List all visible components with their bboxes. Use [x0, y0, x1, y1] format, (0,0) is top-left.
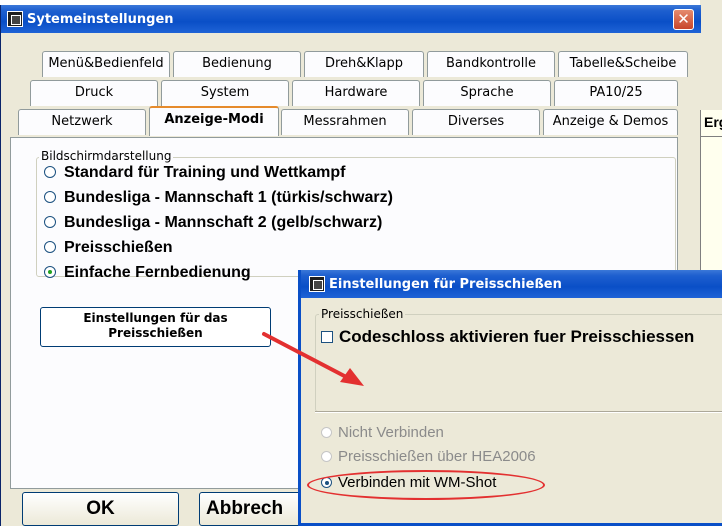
tab-bedienung[interactable]: Bedienung — [173, 51, 301, 77]
radio-nicht-verbinden[interactable]: Nicht Verbinden — [321, 424, 444, 444]
dialog-divider — [315, 411, 722, 413]
radio-bundesliga-1[interactable]: Bundesliga - Mannschaft 1 (türkis/schwar… — [44, 189, 393, 211]
dialog-title-bar[interactable]: Einstellungen für Preisschießen — [301, 270, 722, 298]
radio-label: Bundesliga - Mannschaft 2 (gelb/schwarz) — [64, 214, 383, 231]
tab-anzeige-modi[interactable]: Anzeige-Modi — [149, 106, 279, 136]
prize-shooting-settings-dialog: Einstellungen für Preisschießen Preissch… — [298, 270, 722, 526]
radio-preisschiessen[interactable]: Preisschießen — [44, 239, 173, 261]
app-icon — [7, 11, 23, 27]
tab-diverses[interactable]: Diverses — [412, 109, 540, 135]
radio-button-icon — [44, 191, 56, 203]
close-button[interactable]: ✕ — [673, 9, 694, 30]
background-window-toolbar — [700, 0, 722, 110]
radio-label: Standard für Training und Wettkampf — [64, 164, 346, 181]
tab-hardware[interactable]: Hardware — [292, 80, 420, 106]
radio-label: Einfache Fernbedienung — [64, 264, 251, 281]
button-label-line2: Preisschießen — [108, 326, 203, 340]
tab-system[interactable]: System — [161, 80, 289, 106]
tab-menue-bedienfeld[interactable]: Menü&Bedienfeld — [42, 51, 170, 77]
window-title: Sytemeinstellungen — [27, 12, 174, 27]
tab-messrahmen[interactable]: Messrahmen — [281, 109, 409, 135]
button-label-line1: Einstellungen für das — [83, 311, 228, 325]
radio-button-icon — [44, 166, 56, 178]
prize-shooting-settings-button[interactable]: Einstellungen für das Preisschießen — [40, 307, 271, 347]
ok-button[interactable]: OK — [22, 492, 179, 526]
tab-sprache[interactable]: Sprache — [423, 80, 551, 106]
radio-button-selected-icon — [44, 266, 56, 278]
prize-shooting-group-label: Preisschießen — [319, 307, 406, 321]
radio-standard-training[interactable]: Standard für Training und Wettkampf — [44, 164, 346, 186]
tab-pa10-25[interactable]: PA10/25 — [554, 80, 678, 106]
tab-netzwerk[interactable]: Netzwerk — [18, 109, 146, 135]
app-icon — [309, 276, 325, 292]
highlight-ellipse-annotation — [307, 470, 545, 500]
tab-druck[interactable]: Druck — [30, 80, 158, 106]
tab-bandkontrolle[interactable]: Bandkontrolle — [427, 51, 555, 77]
radio-einfache-fernbedienung[interactable]: Einfache Fernbedienung — [44, 264, 251, 286]
tab-tabelle-scheibe[interactable]: Tabelle&Scheibe — [558, 51, 688, 77]
dialog-title: Einstellungen für Preisschießen — [329, 277, 562, 292]
results-label: Erg — [704, 114, 722, 130]
tab-anzeige-demos[interactable]: Anzeige & Demos — [543, 109, 678, 135]
title-bar[interactable]: Sytemeinstellungen ✕ — [1, 5, 701, 33]
red-arrow-annotation — [262, 332, 364, 386]
codeschloss-label: Codeschloss aktivieren fuer Preisschiess… — [339, 327, 695, 346]
codeschloss-checkbox[interactable]: Codeschloss aktivieren fuer Preisschiess… — [321, 327, 694, 347]
display-mode-group-label: Bildschirmdarstellung — [39, 149, 174, 163]
radio-bundesliga-2[interactable]: Bundesliga - Mannschaft 2 (gelb/schwarz) — [44, 214, 382, 236]
radio-button-icon — [44, 216, 56, 228]
radio-button-icon — [44, 241, 56, 253]
radio-label: Preisschießen — [64, 239, 173, 256]
results-divider — [701, 136, 722, 137]
radio-label: Nicht Verbinden — [338, 424, 444, 441]
radio-preisschiessen-hea2006[interactable]: Preisschießen über HEA2006 — [321, 448, 536, 468]
radio-button-icon — [321, 427, 332, 438]
radio-button-icon — [321, 451, 332, 462]
radio-label: Bundesliga - Mannschaft 1 (türkis/schwar… — [64, 189, 393, 206]
tab-dreh-klapp[interactable]: Dreh&Klapp — [304, 51, 424, 77]
radio-label: Preisschießen über HEA2006 — [338, 448, 536, 465]
